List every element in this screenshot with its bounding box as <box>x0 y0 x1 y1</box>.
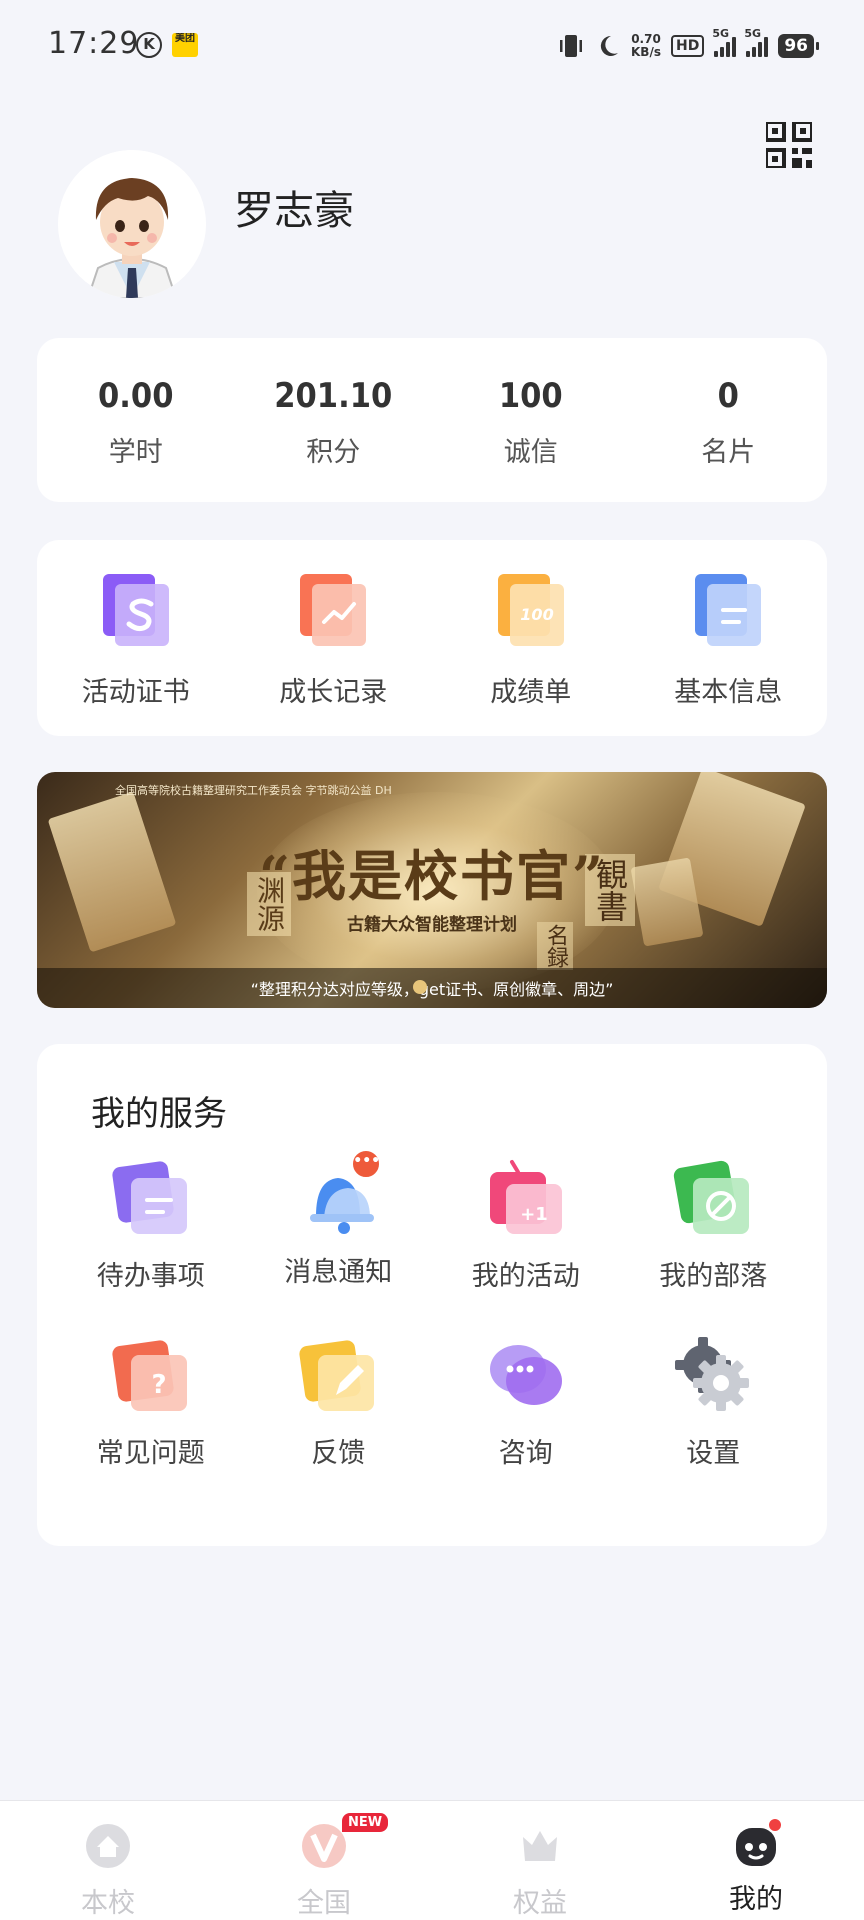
status-right-group: 0.70 KB/s HD 5G 5G 96 <box>557 27 819 64</box>
stat-label: 诚信 <box>503 437 558 468</box>
info-doc-icon <box>695 574 762 646</box>
stat-points[interactable]: 201.10 积分 <box>235 338 433 502</box>
new-badge: NEW <box>342 1813 389 1832</box>
nation-v-icon <box>302 1824 346 1868</box>
battery-icon: 96 <box>778 34 819 58</box>
banner-logos: 全国高等院校古籍整理研究工作委员会 字节跳动公益 DH <box>115 784 392 797</box>
service-label: 反馈 <box>311 1438 366 1469</box>
signal-2-icon: 5G <box>744 27 769 57</box>
service-label: 设置 <box>686 1438 741 1469</box>
tab-label: 全国 <box>297 1888 351 1919</box>
entry-label: 成长记录 <box>279 677 388 708</box>
tribe-icon <box>674 1160 750 1234</box>
services-title: 我的服务 <box>91 1094 227 1134</box>
bottom-tab-bar: 本校 NEW 全国 权益 我的 <box>0 1800 864 1920</box>
stat-label: 学时 <box>108 437 163 468</box>
entry-label: 基本信息 <box>674 677 783 708</box>
speed-unit: KB/s <box>631 45 661 59</box>
unread-dot <box>767 1817 783 1833</box>
avatar-cartoon-image <box>58 150 206 298</box>
promo-banner[interactable]: 全国高等院校古籍整理研究工作委员会 字节跳动公益 DH 渊源 観書 名録 “我是… <box>37 772 827 1008</box>
service-settings[interactable]: 设置 <box>620 1333 808 1470</box>
tab-national[interactable]: NEW 全国 <box>216 1801 432 1920</box>
banner-page-indicator[interactable] <box>413 980 427 994</box>
vibrate-icon <box>560 35 582 57</box>
quick-entry-card: 活动证书 成长记录 100 成绩单 基本信息 <box>37 540 827 736</box>
service-label: 待办事项 <box>96 1261 205 1292</box>
status-bar: 17:29 K 美团 0.70 KB/s HD 5G 5G 96 <box>0 0 864 90</box>
profile-page: 17:29 K 美团 0.70 KB/s HD 5G 5G 96 罗志豪 0.0… <box>0 0 864 1920</box>
tab-label: 我的 <box>729 1884 783 1915</box>
notification-badge: ••• <box>350 1148 383 1180</box>
sim1-label: 5G <box>712 27 730 40</box>
service-label: 咨询 <box>498 1438 553 1469</box>
service-label: 我的活动 <box>471 1261 580 1292</box>
sim2-label: 5G <box>744 27 762 40</box>
stat-study-hours[interactable]: 0.00 学时 <box>37 338 235 502</box>
entry-label: 成绩单 <box>490 677 572 708</box>
gear-icon <box>675 1337 750 1411</box>
tab-label: 权益 <box>513 1888 567 1919</box>
stat-value: 0.00 <box>98 376 174 416</box>
stat-value: 100 <box>498 376 563 416</box>
service-my-activities[interactable]: +1 我的活动 <box>432 1156 620 1293</box>
network-speed: 0.70 KB/s <box>631 33 661 59</box>
profile-icon-wrap <box>733 1817 783 1869</box>
stat-cards[interactable]: 0 名片 <box>630 338 828 502</box>
entry-growth-record[interactable]: 成长记录 <box>235 540 433 736</box>
services-card: 我的服务 待办事项 ••• 消息通知 +1 我的活动 我的部落 ? 常见问题 反… <box>37 1044 827 1546</box>
bell-icon-wrap: ••• <box>296 1148 383 1240</box>
banner-title: “我是校书官” <box>258 844 606 908</box>
svg-text:?: ? <box>151 1370 166 1400</box>
svg-text:100: 100 <box>520 605 553 624</box>
service-label: 常见问题 <box>96 1438 205 1469</box>
tab-benefits[interactable]: 权益 <box>432 1801 648 1920</box>
tab-label: 本校 <box>81 1888 135 1919</box>
faq-icon: ? <box>112 1340 187 1411</box>
entry-activity-certificate[interactable]: 活动证书 <box>37 540 235 736</box>
meituan-status-icon: 美团 <box>172 33 198 57</box>
tab-school[interactable]: 本校 <box>0 1801 216 1920</box>
stat-label: 名片 <box>701 437 756 468</box>
service-consult[interactable]: 咨询 <box>432 1333 620 1470</box>
svg-text:+1: +1 <box>520 1204 548 1225</box>
crown-icon <box>523 1831 557 1861</box>
stat-label: 积分 <box>306 437 361 468</box>
consult-chat-icon <box>489 1345 562 1405</box>
growth-chart-icon <box>300 574 367 646</box>
qr-code-icon[interactable] <box>766 122 812 168</box>
entry-transcript[interactable]: 100 成绩单 <box>432 540 630 736</box>
service-feedback[interactable]: 反馈 <box>245 1333 433 1470</box>
moon-icon <box>600 35 618 56</box>
service-label: 我的部落 <box>659 1261 768 1292</box>
signal-1-icon: 5G <box>712 27 737 57</box>
certificate-icon <box>102 574 169 646</box>
hd-icon: HD <box>670 35 705 57</box>
todo-icon <box>112 1161 187 1234</box>
status-time: 17:29 <box>48 26 140 61</box>
banner-subtitle: 古籍大众智能整理计划 <box>347 915 517 935</box>
service-faq[interactable]: ? 常见问题 <box>57 1333 245 1470</box>
feedback-icon <box>299 1340 375 1411</box>
stat-value: 201.10 <box>274 376 393 416</box>
tab-mine[interactable]: 我的 <box>648 1801 864 1920</box>
stat-integrity[interactable]: 100 诚信 <box>432 338 630 502</box>
k-status-icon: K <box>136 32 162 58</box>
user-name[interactable]: 罗志豪 <box>234 178 354 236</box>
activity-icon: +1 <box>489 1160 562 1234</box>
service-todo[interactable]: 待办事项 <box>57 1156 245 1293</box>
entry-label: 活动证书 <box>81 677 190 708</box>
banner-caption: “整理积分达对应等级，get证书、原创徽章、周边” <box>250 980 614 999</box>
service-my-tribe[interactable]: 我的部落 <box>620 1156 808 1293</box>
service-notifications[interactable]: ••• 消息通知 <box>245 1148 433 1293</box>
avatar[interactable] <box>58 150 206 298</box>
services-grid: 待办事项 ••• 消息通知 +1 我的活动 我的部落 ? 常见问题 反馈 咨询 … <box>37 1148 827 1470</box>
stats-card: 0.00 学时 201.10 积分 100 诚信 0 名片 <box>37 338 827 502</box>
service-label: 消息通知 <box>284 1257 393 1288</box>
home-icon <box>86 1824 130 1868</box>
score-100-icon: 100 <box>497 574 564 646</box>
entry-basic-info[interactable]: 基本信息 <box>630 540 828 736</box>
stat-value: 0 <box>717 376 739 416</box>
